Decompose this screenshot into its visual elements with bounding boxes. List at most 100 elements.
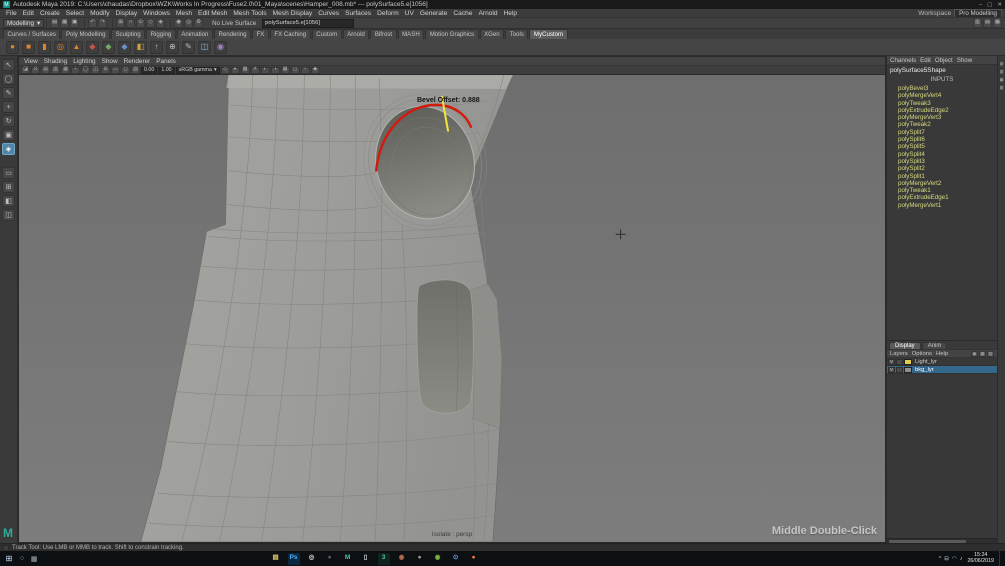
attribute-editor-strip-icon[interactable]: ▥ xyxy=(998,68,1005,74)
new-empty-layer-icon[interactable]: ▦ xyxy=(979,350,986,357)
input-node-item[interactable]: polyTweak2 xyxy=(887,121,997,128)
vp-select-camera-icon[interactable]: ◪ xyxy=(21,66,30,74)
persp-outliner-layout-icon[interactable]: ◧ xyxy=(2,195,15,207)
menu-item[interactable]: Surfaces xyxy=(342,10,374,17)
undo-icon[interactable]: ↶ xyxy=(88,18,98,28)
photoshop-icon[interactable]: Ps xyxy=(287,552,300,565)
layer-editor-menu-item[interactable]: Help xyxy=(936,351,948,357)
vp-image-plane-icon[interactable]: ▦ xyxy=(61,66,70,74)
menu-item[interactable]: Generate xyxy=(417,10,451,17)
vp-resolution-gate-icon[interactable]: ◻ xyxy=(121,66,130,74)
viewport-menu-item[interactable]: Renderer xyxy=(124,58,151,65)
input-node-item[interactable]: polySplit1 xyxy=(887,173,997,180)
file-explorer-icon[interactable]: ▤ xyxy=(270,553,282,565)
single-pane-layout-icon[interactable]: ▭ xyxy=(2,167,15,179)
input-node-item[interactable]: polyMergeVert2 xyxy=(887,180,997,187)
snap-to-curve-icon[interactable]: ∩ xyxy=(126,18,136,28)
minimize-button[interactable]: – xyxy=(979,2,982,8)
layer-color-swatch[interactable] xyxy=(904,358,912,365)
shelf-multicut-icon[interactable]: ✎ xyxy=(182,40,195,54)
input-node-item[interactable]: polySplit2 xyxy=(887,165,997,172)
menu-item[interactable]: Edit xyxy=(20,10,37,17)
quick-selection-field[interactable] xyxy=(262,18,355,28)
vp-2d-pan-zoom-icon[interactable]: + xyxy=(71,66,80,74)
shelf-tab[interactable]: Animation xyxy=(176,29,213,39)
vp-oversample-icon[interactable]: ◯ xyxy=(81,66,90,74)
scrollbar-thumb[interactable] xyxy=(889,540,966,543)
layer-editor-menu-item[interactable]: Layers xyxy=(890,351,908,357)
menu-item[interactable]: Mesh Tools xyxy=(230,10,269,17)
shelf-tab[interactable]: Poly Modelling xyxy=(61,29,111,39)
shelf-tab[interactable]: Bifrost xyxy=(370,29,397,39)
shelf-mirror-icon[interactable]: ◫ xyxy=(198,40,211,54)
shelf-cube-icon[interactable]: ■ xyxy=(22,40,35,54)
menu-item[interactable]: Curves xyxy=(315,10,342,17)
scale-tool-icon[interactable]: ▣ xyxy=(2,129,15,141)
paint-select-tool-icon[interactable]: ✎ xyxy=(2,87,15,99)
menu-item[interactable]: Help xyxy=(501,10,521,17)
vp-plugin-filter-icon[interactable]: ◆ xyxy=(310,66,320,74)
shelf-merge-icon[interactable]: ⊕ xyxy=(166,40,179,54)
shelf-bevel-icon[interactable]: ◧ xyxy=(134,40,147,54)
horizontal-scrollbar[interactable] xyxy=(887,538,997,543)
outliner-strip-icon[interactable]: ▧ xyxy=(998,84,1005,90)
shelf-tab[interactable]: Motion Graphics xyxy=(425,29,479,39)
four-pane-layout-icon[interactable]: ⊞ xyxy=(2,181,15,193)
input-node-item[interactable]: polyTweak1 xyxy=(887,187,997,194)
shelf-smooth-icon[interactable]: ◉ xyxy=(214,40,227,54)
skype-icon[interactable]: ⊙ xyxy=(450,553,462,565)
ipr-render-icon[interactable]: ◎ xyxy=(184,18,194,28)
vp-film-gate-icon[interactable]: ▭ xyxy=(111,66,120,74)
menu-item[interactable]: Select xyxy=(63,10,87,17)
open-scene-icon[interactable]: ▦ xyxy=(60,18,70,28)
vp-shaded-icon[interactable]: ● xyxy=(230,66,240,74)
viewport-menu-item[interactable]: View xyxy=(24,58,38,65)
menu-item[interactable]: Create xyxy=(37,10,63,17)
channel-box-menu-item[interactable]: Channels xyxy=(890,57,916,64)
input-node-item[interactable]: polySplit4 xyxy=(887,151,997,158)
viewport-menu-item[interactable]: Lighting xyxy=(73,58,95,65)
volume-icon[interactable]: ♪ xyxy=(960,556,963,562)
search-icon[interactable]: ○ xyxy=(16,551,28,566)
snap-to-plane-icon[interactable]: ◇ xyxy=(146,18,156,28)
shelf-tab[interactable]: Custom xyxy=(311,29,342,39)
media-app-icon[interactable]: ● xyxy=(414,553,426,565)
rotate-tool-icon[interactable]: ↻ xyxy=(2,115,15,127)
vp-wireframe-icon[interactable]: ◇ xyxy=(220,66,230,74)
shelf-cylinder-icon[interactable]: ▮ xyxy=(38,40,51,54)
maya-icon[interactable]: M xyxy=(342,553,354,565)
task-view-icon[interactable]: ▦ xyxy=(28,551,40,566)
shelf-sphere-icon[interactable]: ● xyxy=(6,40,19,54)
layer-row[interactable]: V bkg_lyr xyxy=(887,366,997,374)
input-node-item[interactable]: polyTweak3 xyxy=(887,100,997,107)
vp-lock-camera-icon[interactable]: ⊙ xyxy=(31,66,40,74)
input-node-item[interactable]: polySplit3 xyxy=(887,158,997,165)
vp-antialias-icon[interactable]: ▦ xyxy=(280,66,290,74)
modeling-toolkit-toggle-icon[interactable]: ▥ xyxy=(973,18,982,28)
vp-grid-toggle-icon[interactable]: ⊞ xyxy=(101,66,110,74)
layer-editor-tab[interactable]: Display xyxy=(889,342,921,349)
shelf-torus-icon[interactable]: ◎ xyxy=(54,40,67,54)
menu-item[interactable]: Deform xyxy=(374,10,402,17)
camera-raw-icon[interactable]: ◎ xyxy=(306,553,318,565)
menu-item[interactable]: Edit Mesh xyxy=(195,10,230,17)
channel-box-menu-item[interactable]: Edit xyxy=(920,57,931,64)
render-settings-icon[interactable]: ⚙ xyxy=(194,18,204,28)
hidden-icons-chevron-icon[interactable]: ^ xyxy=(939,556,942,562)
network-icon[interactable]: ◠ xyxy=(952,556,957,562)
maximize-button[interactable]: ▢ xyxy=(987,2,992,8)
menu-item[interactable]: Display xyxy=(113,10,141,17)
vp-xray-icon[interactable]: ◻ xyxy=(290,66,300,74)
menu-item[interactable]: Cache xyxy=(450,10,475,17)
vp-lights-icon[interactable]: ☀ xyxy=(250,66,260,74)
shelf-tab[interactable]: Tools xyxy=(505,29,529,39)
shelf-tab[interactable]: Sculpting xyxy=(111,29,146,39)
shelf-red-tool-icon[interactable]: ◆ xyxy=(86,40,99,54)
input-node-item[interactable]: polyMergeVert4 xyxy=(887,92,997,99)
layer-playback-toggle[interactable] xyxy=(896,366,903,373)
vp-joint-xray-icon[interactable]: + xyxy=(300,66,310,74)
menu-item[interactable]: Mesh xyxy=(173,10,195,17)
shelf-tab[interactable]: FX xyxy=(252,29,269,39)
shelf-tab[interactable]: Rendering xyxy=(213,29,252,39)
vp-gate-mask-icon[interactable]: ▨ xyxy=(131,66,140,74)
